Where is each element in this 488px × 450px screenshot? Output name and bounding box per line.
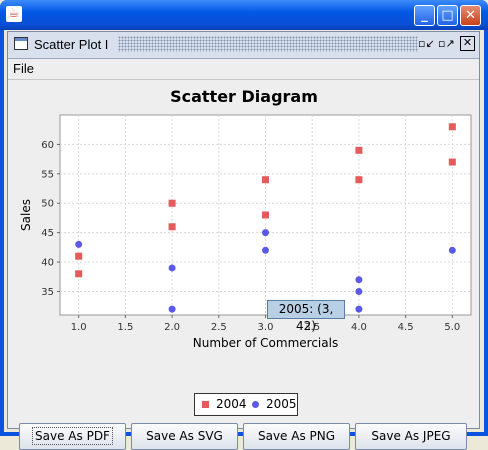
frame-icon xyxy=(14,37,28,50)
legend-label-2005: 2005 xyxy=(266,397,297,411)
close-frame-icon[interactable]: ✕ xyxy=(460,36,475,51)
x-tick-label: 1.0 xyxy=(71,322,87,333)
y-tick-label: 60 xyxy=(41,140,54,151)
save-pdf-label: Save As PDF xyxy=(32,427,113,445)
x-tick-label: 3.0 xyxy=(258,322,274,333)
x-tick-label: 2.5 xyxy=(211,322,227,333)
point-2004 xyxy=(355,176,363,184)
desktop-pane: Scatter Plot I ▫↙ ▫↗ ✕ File Scatter Diag… xyxy=(4,30,484,450)
point-2005 xyxy=(168,264,176,272)
y-tick-label: 40 xyxy=(41,258,54,269)
legend-label-2004: 2004 xyxy=(216,397,247,411)
menu-file[interactable]: File xyxy=(13,61,34,76)
menu-bar: File xyxy=(8,59,479,80)
chart-title: Scatter Diagram xyxy=(170,87,318,106)
x-tick-label: 1.5 xyxy=(117,322,133,333)
legend-square-icon xyxy=(202,401,209,408)
y-tick-label: 55 xyxy=(41,169,54,180)
point-2005 xyxy=(355,305,363,313)
titlebar-grip xyxy=(118,36,418,52)
point-2004 xyxy=(262,176,269,184)
point-2005 xyxy=(75,240,83,248)
maximize-frame-icon[interactable]: ▫↗ xyxy=(438,36,455,51)
close-button[interactable]: ✕ xyxy=(460,5,481,26)
point-2004 xyxy=(355,146,363,154)
point-2005 xyxy=(448,246,456,254)
point-2005 xyxy=(168,305,176,313)
point-2005 xyxy=(262,246,269,254)
maximize-button[interactable]: □ xyxy=(437,5,458,26)
save-svg-label: Save As SVG xyxy=(146,429,223,443)
point-2005 xyxy=(355,287,363,295)
java-icon[interactable]: ☕ xyxy=(6,6,22,22)
internal-frame-titlebar[interactable]: Scatter Plot I ▫↙ ▫↗ ✕ xyxy=(8,32,479,59)
point-2004 xyxy=(168,223,176,231)
x-tick-label: 5.0 xyxy=(444,322,460,333)
save-jpeg-label: Save As JPEG xyxy=(371,429,451,443)
x-tick-label: 4.0 xyxy=(351,322,367,333)
internal-frame: Scatter Plot I ▫↙ ▫↗ ✕ File Scatter Diag… xyxy=(7,31,480,429)
point-2005 xyxy=(355,276,363,284)
save-png-button[interactable]: Save As PNG xyxy=(243,423,350,450)
scatter-chart: Scatter Diagram1.01.52.02.53.03.54.04.55… xyxy=(19,87,472,350)
y-tick-label: 35 xyxy=(41,287,54,298)
point-2004 xyxy=(448,158,456,166)
chart-panel: Scatter Diagram1.01.52.02.53.03.54.04.55… xyxy=(8,80,479,380)
internal-frame-title: Scatter Plot I xyxy=(34,37,109,52)
save-pdf-button[interactable]: Save As PDF xyxy=(19,423,126,450)
point-2004 xyxy=(75,252,83,260)
y-tick-label: 50 xyxy=(41,199,54,210)
save-png-label: Save As PNG xyxy=(257,429,336,443)
save-svg-button[interactable]: Save As SVG xyxy=(131,423,238,450)
point-2004 xyxy=(262,211,269,219)
x-tick-label: 2.0 xyxy=(164,322,180,333)
chart-legend: 2004 2005 xyxy=(194,393,298,416)
y-tick-label: 45 xyxy=(41,228,54,239)
iconify-icon[interactable]: ▫↙ xyxy=(418,36,435,51)
data-tooltip: 2005: (3, 42) xyxy=(267,300,345,333)
minimize-button[interactable]: _ xyxy=(414,5,435,26)
point-2004 xyxy=(448,123,456,131)
application-window: ☕ _ □ ✕ Scatter Plot I ▫↙ ▫↗ ✕ File Scat… xyxy=(0,0,488,450)
point-2004 xyxy=(75,270,83,278)
x-axis-label: Number of Commercials xyxy=(193,336,338,350)
window-titlebar[interactable]: ☕ _ □ ✕ xyxy=(0,0,488,30)
point-2005 xyxy=(262,229,269,237)
x-tick-label: 4.5 xyxy=(398,322,414,333)
legend-circle-icon xyxy=(252,401,259,408)
y-axis-label: Sales xyxy=(19,199,33,231)
save-jpeg-button[interactable]: Save As JPEG xyxy=(355,423,467,450)
point-2004 xyxy=(168,199,176,207)
